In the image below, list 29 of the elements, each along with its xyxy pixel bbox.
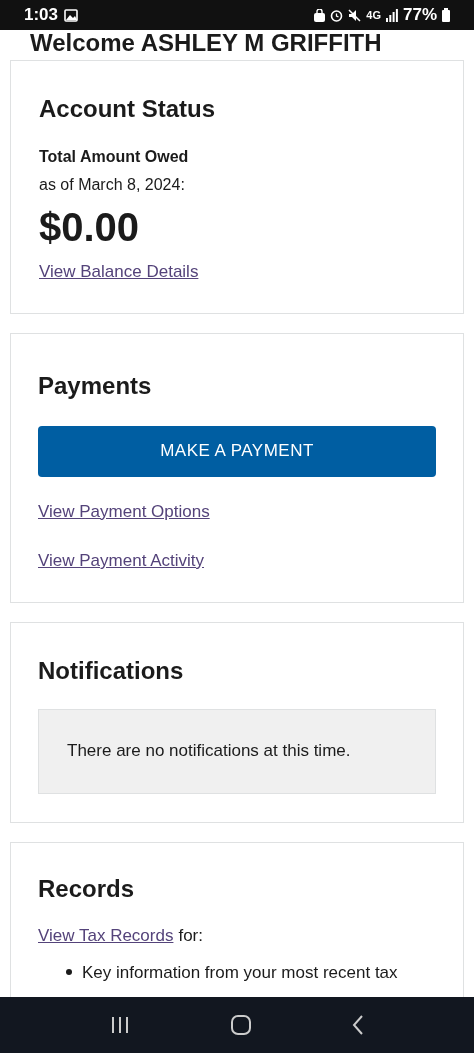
card-title: Payments — [38, 370, 153, 401]
network-type: 4G — [366, 7, 381, 23]
back-icon[interactable] — [351, 1015, 364, 1035]
card-title: Records — [38, 873, 136, 904]
image-icon — [64, 8, 79, 22]
bullet-text: Key information from your most recent tax — [82, 962, 398, 984]
make-payment-button[interactable]: MAKE A PAYMENT — [38, 425, 436, 477]
battery-percent: 77% — [402, 4, 437, 27]
clock-time: 1:03 — [24, 4, 59, 27]
link-suffix: for: — [178, 924, 203, 947]
bullet-icon — [66, 969, 72, 975]
card-title: Account Status — [39, 94, 216, 124]
tax-records-link[interactable]: View Tax Records — [38, 922, 174, 948]
amount-label: Total Amount Owed — [39, 147, 190, 167]
as-of-date: as of March 8, 2024: — [39, 175, 186, 195]
signal-icon — [385, 8, 398, 22]
amount-owed: $0.00 — [39, 204, 141, 251]
alarm-icon — [330, 8, 344, 22]
welcome-heading: Welcome ASHLEY M GRIFFITH — [29, 30, 383, 56]
battery-icon — [442, 8, 450, 22]
payment-link[interactable]: View Payment Activity — [38, 551, 204, 570]
lock-icon — [314, 8, 326, 22]
empty-message: There are no notifications at this time. — [67, 740, 351, 763]
card-title: Notifications — [38, 655, 185, 686]
mute-icon — [348, 8, 362, 22]
payment-link[interactable]: View Payment Options — [38, 501, 210, 521]
home-icon[interactable] — [231, 1015, 251, 1035]
recent-apps-icon[interactable] — [110, 1016, 131, 1034]
balance-details-link[interactable]: View Balance Details — [39, 259, 199, 285]
